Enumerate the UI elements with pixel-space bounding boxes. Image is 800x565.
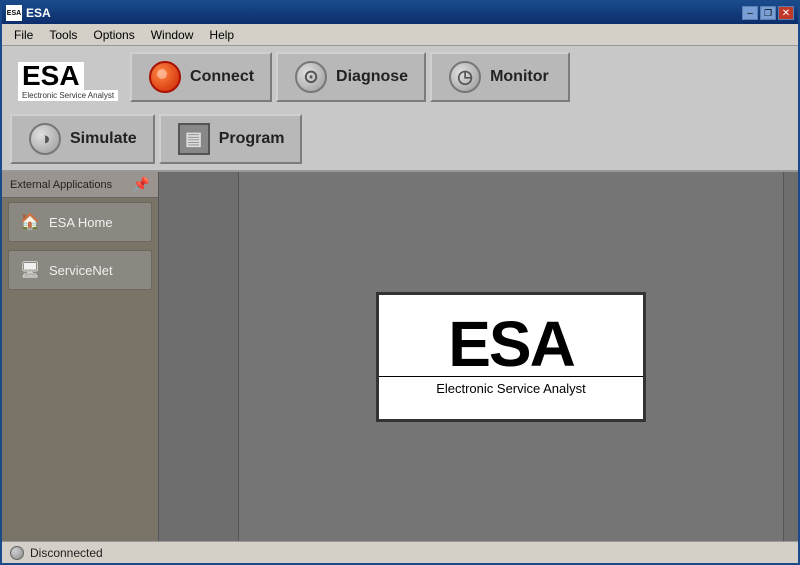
close-button[interactable]: ✕ — [778, 6, 794, 20]
mid-column: ESA Electronic Service Analyst — [239, 172, 783, 541]
diagnose-label: Diagnose — [336, 68, 408, 86]
menu-file[interactable]: File — [6, 26, 41, 44]
title-icon: ESA — [6, 5, 22, 21]
menu-options[interactable]: Options — [85, 26, 142, 44]
toolbar: ESA Electronic Service Analyst Connect D… — [2, 46, 798, 172]
esa-home-label: ESA Home — [49, 215, 113, 230]
menu-help[interactable]: Help — [201, 26, 242, 44]
diagnose-icon-shape — [295, 61, 327, 93]
monitor-label: Monitor — [490, 68, 549, 86]
pin-icon[interactable]: 📌 — [133, 176, 150, 193]
minimize-button[interactable]: – — [742, 6, 758, 20]
main-area: External Applications 📌 🏠 ESA Home 🖥 Ser… — [2, 172, 798, 541]
esa-logo-subtext: Electronic Service Analyst — [379, 376, 643, 402]
connect-icon-shape — [149, 61, 181, 93]
status-text: Disconnected — [30, 546, 103, 560]
simulate-label: Simulate — [70, 130, 137, 148]
program-icon-shape — [178, 123, 210, 155]
esa-brand-subtext: Electronic Service Analyst — [18, 90, 118, 101]
center-area: ESA Electronic Service Analyst — [159, 172, 798, 541]
connect-icon — [148, 60, 182, 94]
menu-window[interactable]: Window — [143, 26, 202, 44]
restore-button[interactable]: ❐ — [760, 6, 776, 20]
right-column — [783, 172, 798, 541]
esa-logo-text: ESA — [448, 312, 574, 376]
home-icon: 🏠 — [19, 211, 41, 233]
esa-brand-text: ESA — [18, 62, 84, 90]
esa-brand: ESA Electronic Service Analyst — [10, 52, 126, 110]
status-bar: Disconnected — [2, 541, 798, 563]
menu-tools[interactable]: Tools — [41, 26, 85, 44]
sidebar-item-esa-home[interactable]: 🏠 ESA Home — [8, 202, 152, 242]
monitor-button[interactable]: Monitor — [430, 52, 570, 102]
left-panel: External Applications 📌 🏠 ESA Home 🖥 Ser… — [2, 172, 159, 541]
simulate-icon-shape — [29, 123, 61, 155]
sidebar-item-servicenet[interactable]: 🖥 ServiceNet — [8, 250, 152, 290]
left-column — [159, 172, 239, 541]
app-window: ESA ESA – ❐ ✕ File Tools Options Window … — [0, 0, 800, 565]
esa-center-logo: ESA Electronic Service Analyst — [376, 292, 646, 422]
simulate-button[interactable]: Simulate — [10, 114, 155, 164]
program-icon — [177, 122, 211, 156]
title-controls: – ❐ ✕ — [742, 6, 794, 20]
connect-button[interactable]: Connect — [130, 52, 272, 102]
title-text: ESA — [26, 6, 51, 20]
title-bar-left: ESA ESA — [6, 5, 51, 21]
diagnose-button[interactable]: Diagnose — [276, 52, 426, 102]
title-bar: ESA ESA – ❐ ✕ — [2, 2, 798, 24]
simulate-icon — [28, 122, 62, 156]
connection-status-icon — [10, 546, 24, 560]
monitor-icon-shape — [449, 61, 481, 93]
program-label: Program — [219, 130, 285, 148]
menu-bar: File Tools Options Window Help — [2, 24, 798, 46]
program-button[interactable]: Program — [159, 114, 303, 164]
servicenet-label: ServiceNet — [49, 263, 113, 278]
title-icon-text: ESA — [7, 10, 21, 17]
monitor-icon — [448, 60, 482, 94]
panel-title: External Applications — [10, 179, 112, 191]
connect-label: Connect — [190, 68, 254, 86]
panel-header: External Applications 📌 — [2, 172, 158, 198]
diagnose-icon — [294, 60, 328, 94]
servicenet-icon: 🖥 — [19, 259, 41, 281]
